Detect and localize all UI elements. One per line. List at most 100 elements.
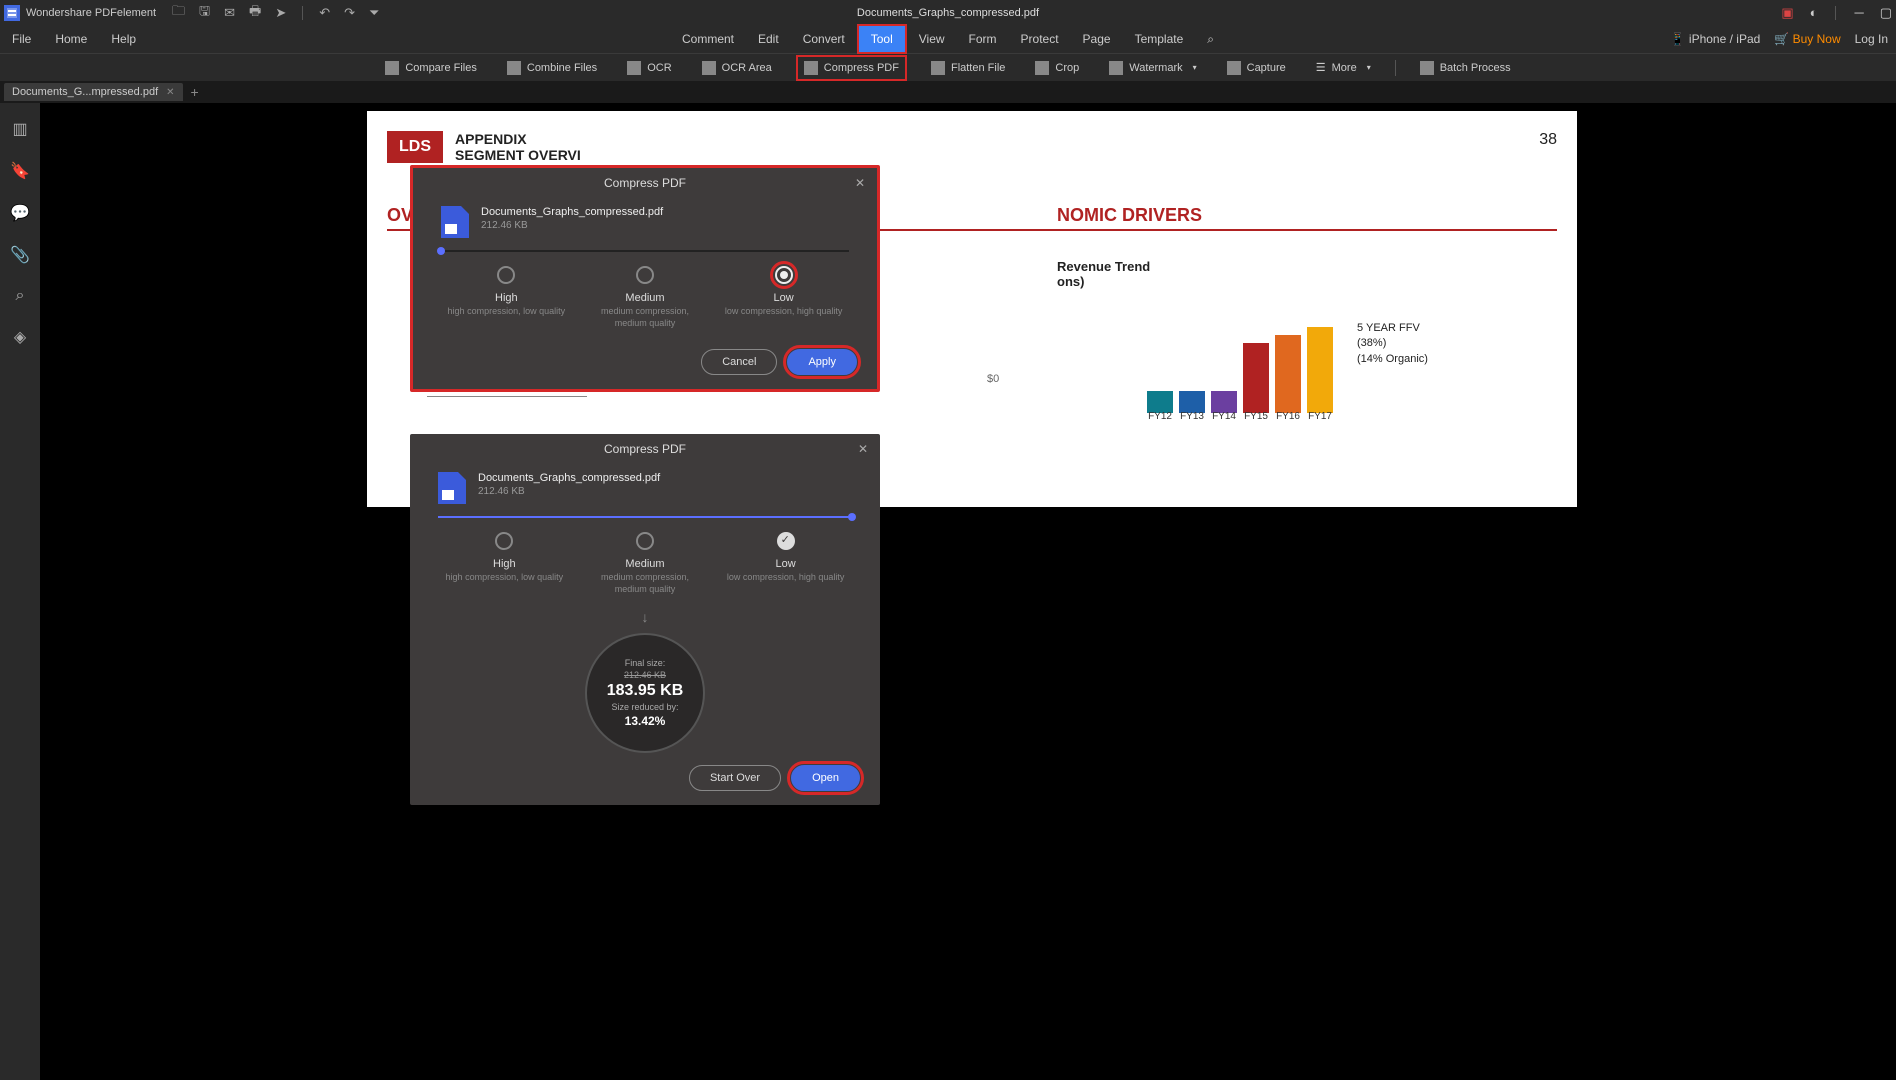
arrow-down-icon: ↓: [410, 609, 880, 625]
comments-icon[interactable]: 💬: [10, 203, 30, 223]
expand-sidebar-icon[interactable]: ▸: [40, 103, 48, 1080]
revenue-heading: Revenue Trendons): [1057, 259, 1150, 289]
radio-icon[interactable]: [636, 532, 654, 550]
option-low[interactable]: Low low compression, high quality: [726, 532, 846, 595]
save-icon[interactable]: 🖫: [199, 2, 210, 24]
ocr-area-button[interactable]: OCR Area: [696, 57, 778, 79]
compress-dialog-2: Compress PDF ✕ Documents_Graphs_compress…: [410, 434, 880, 805]
dialog-title: Compress PDF ✕: [413, 168, 877, 198]
result-circle: Final size: 212.46 KB 183.95 KB Size red…: [585, 633, 705, 753]
x-label: FY15: [1243, 411, 1269, 422]
maximize-icon[interactable]: ▢: [1880, 5, 1892, 21]
dropdown-icon[interactable]: ⏷: [369, 5, 379, 21]
page-number: 38: [1539, 131, 1557, 149]
batch-icon: [1420, 61, 1434, 75]
tab-page[interactable]: Page: [1071, 26, 1123, 52]
bar: [1243, 343, 1269, 413]
layers-icon[interactable]: ◈: [14, 327, 26, 347]
print-icon[interactable]: 🖶: [249, 2, 261, 24]
option-medium[interactable]: Medium medium compression, medium qualit…: [585, 266, 705, 329]
slider-track[interactable]: [441, 250, 849, 252]
app-name: Wondershare PDFelement: [26, 7, 156, 19]
option-low[interactable]: Low low compression, high quality: [724, 266, 844, 329]
radio-icon[interactable]: [495, 532, 513, 550]
file-name: Documents_Graphs_compressed.pdf: [481, 206, 663, 218]
tab-template[interactable]: Template: [1123, 26, 1196, 52]
tab-comment[interactable]: Comment: [670, 26, 746, 52]
tab-convert[interactable]: Convert: [791, 26, 857, 52]
search-icon[interactable]: ⌕: [1195, 26, 1226, 53]
ocr-button[interactable]: OCR: [621, 57, 677, 79]
tabbar: Documents_G...mpressed.pdf ✕ +: [0, 81, 1896, 103]
lds-logo: LDS: [387, 131, 443, 163]
more-button[interactable]: ☰More▾: [1310, 57, 1377, 78]
cancel-button[interactable]: Cancel: [701, 349, 777, 375]
tab-edit[interactable]: Edit: [746, 26, 791, 52]
new-tab-button[interactable]: +: [191, 84, 199, 100]
x-label: FY16: [1275, 411, 1301, 422]
open-button[interactable]: Open: [791, 765, 860, 791]
document-tab[interactable]: Documents_G...mpressed.pdf ✕: [4, 83, 183, 101]
titlebar: Wondershare PDFelement 🗀 🖫 ✉ 🖶 ➤ ↶ ↷ ⏷ D…: [0, 0, 1896, 25]
buy-button[interactable]: 🛒 Buy Now: [1774, 32, 1840, 46]
ocr-area-icon: [702, 61, 716, 75]
radio-icon[interactable]: [497, 266, 515, 284]
ffv-text: 5 YEAR FFV(38%)(14% Organic): [1357, 321, 1428, 367]
minimize-icon[interactable]: ─: [1854, 5, 1863, 20]
combine-files-button[interactable]: Combine Files: [501, 57, 603, 79]
file-icon: [438, 472, 466, 504]
menu-file[interactable]: File: [12, 32, 31, 46]
bar: [1211, 391, 1237, 413]
mail-icon[interactable]: ✉: [224, 5, 235, 21]
share-icon[interactable]: ➤: [275, 5, 286, 21]
menu-home[interactable]: Home: [55, 32, 87, 46]
radio-icon[interactable]: [636, 266, 654, 284]
tab-label: Documents_G...mpressed.pdf: [12, 86, 158, 98]
tab-tool[interactable]: Tool: [857, 24, 907, 54]
redo-icon[interactable]: ↷: [344, 5, 355, 21]
tab-form[interactable]: Form: [957, 26, 1009, 52]
search-panel-icon[interactable]: ⌕: [16, 287, 25, 305]
thumbnails-icon[interactable]: ▥: [12, 119, 27, 139]
option-medium[interactable]: Medium medium compression, medium qualit…: [585, 532, 705, 595]
capture-button[interactable]: Capture: [1221, 57, 1292, 79]
x-label: FY13: [1179, 411, 1205, 422]
compare-icon: [385, 61, 399, 75]
close-icon[interactable]: ✕: [858, 442, 868, 456]
option-high[interactable]: High high compression, low quality: [444, 532, 564, 595]
slider-track[interactable]: [438, 516, 852, 518]
crop-button[interactable]: Crop: [1029, 57, 1085, 79]
radio-icon[interactable]: [775, 266, 793, 284]
watermark-icon: [1109, 61, 1123, 75]
compare-files-button[interactable]: Compare Files: [379, 57, 483, 79]
file-icon: [441, 206, 469, 238]
app-logo-icon: [4, 5, 20, 21]
more-icon: ☰: [1316, 61, 1326, 74]
menu-help[interactable]: Help: [111, 32, 136, 46]
undo-icon[interactable]: ↶: [319, 5, 330, 21]
bar: [1275, 335, 1301, 413]
theme-icon[interactable]: ◐: [1810, 5, 1818, 20]
tab-protect[interactable]: Protect: [1009, 26, 1071, 52]
tab-view[interactable]: View: [907, 26, 957, 52]
option-high[interactable]: High high compression, low quality: [446, 266, 566, 329]
watermark-button[interactable]: Watermark▾: [1103, 57, 1202, 79]
close-tab-icon[interactable]: ✕: [166, 87, 174, 98]
folder-icon[interactable]: 🗀: [172, 2, 185, 24]
bookmark-icon[interactable]: 🔖: [10, 161, 30, 181]
workspace: ▥ 🔖 💬 📎 ⌕ ◈ ▸ LDS APPENDIX SEGMENT OVERV…: [0, 103, 1896, 1080]
bar-chart: [1147, 327, 1333, 413]
attachment-icon[interactable]: 📎: [10, 245, 30, 265]
login-button[interactable]: Log In: [1855, 32, 1888, 46]
compress-pdf-button[interactable]: Compress PDF: [796, 55, 907, 81]
flatten-button[interactable]: Flatten File: [925, 57, 1011, 79]
close-icon[interactable]: ✕: [855, 176, 865, 190]
apply-button[interactable]: Apply: [787, 349, 857, 375]
x-label: FY12: [1147, 411, 1173, 422]
batch-button[interactable]: Batch Process: [1414, 57, 1517, 79]
screenshot-icon[interactable]: ▣: [1781, 5, 1793, 21]
check-icon[interactable]: [777, 532, 795, 550]
start-over-button[interactable]: Start Over: [689, 765, 781, 791]
device-button[interactable]: 📱iPhone / iPad: [1670, 32, 1760, 46]
flatten-icon: [931, 61, 945, 75]
